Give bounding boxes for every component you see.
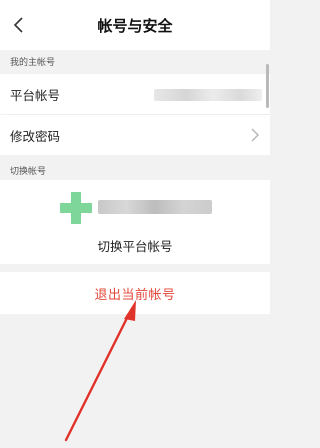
page-title: 帐号与安全 bbox=[97, 16, 173, 35]
logout-label: 退出当前帐号 bbox=[94, 287, 176, 303]
chevron-right-icon bbox=[251, 128, 259, 142]
back-button[interactable] bbox=[6, 12, 32, 38]
switch-account-panel: 切换平台帐号 bbox=[0, 180, 270, 264]
avatar bbox=[60, 192, 92, 224]
account-value-redacted bbox=[154, 89, 262, 101]
row-label-platform-account: 平台帐号 bbox=[10, 87, 61, 103]
section-label-switch-account: 切换帐号 bbox=[10, 167, 47, 177]
top-nav-bar: 帐号与安全 bbox=[0, 0, 270, 50]
switch-account-button[interactable]: 切换平台帐号 bbox=[0, 236, 270, 255]
row-change-password[interactable]: 修改密码 bbox=[0, 115, 270, 155]
scrollbar[interactable] bbox=[266, 64, 269, 108]
chevron-left-icon bbox=[13, 17, 23, 33]
logout-button[interactable]: 退出当前帐号 bbox=[0, 272, 270, 314]
row-platform-account[interactable]: 平台帐号 bbox=[0, 74, 270, 114]
section-label-main-account: 我的主帐号 bbox=[10, 58, 56, 68]
row-label-change-password: 修改密码 bbox=[10, 128, 61, 144]
account-name-redacted bbox=[98, 200, 212, 214]
